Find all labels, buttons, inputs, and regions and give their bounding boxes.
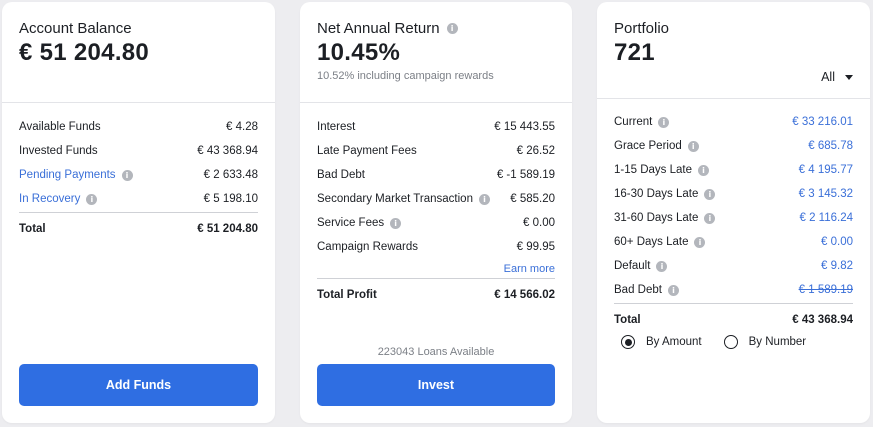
divider bbox=[317, 278, 555, 279]
info-icon[interactable]: i bbox=[694, 236, 706, 248]
divider bbox=[614, 303, 853, 304]
grace-period-row: Grace Period i € 685.78 bbox=[614, 140, 853, 152]
info-icon[interactable]: i bbox=[667, 284, 679, 296]
account-total-row: Total € 51 204.80 bbox=[19, 223, 258, 235]
by-number-radio[interactable]: By Number bbox=[723, 335, 806, 349]
loans-available-text: 223043 Loans Available bbox=[377, 346, 495, 358]
account-balance-title: Account Balance bbox=[19, 20, 132, 37]
service-fees-row: Service Fees i € 0.00 bbox=[317, 217, 555, 229]
info-icon[interactable]: i bbox=[698, 164, 709, 176]
late-16-30-row: 16-30 Days Late i € 3 145.32 bbox=[614, 188, 853, 200]
in-recovery-row: In Recovery i € 5 198.10 bbox=[19, 193, 258, 205]
pending-payments-link[interactable]: Pending Payments bbox=[19, 169, 116, 181]
info-icon[interactable]: i bbox=[446, 23, 458, 34]
info-icon[interactable]: i bbox=[478, 193, 490, 205]
current-row: Current i € 33 216.01 bbox=[614, 116, 853, 128]
info-icon[interactable]: i bbox=[86, 193, 98, 205]
info-icon[interactable]: i bbox=[704, 212, 716, 224]
divider bbox=[2, 102, 275, 103]
add-funds-button[interactable]: Add Funds bbox=[19, 364, 258, 406]
late-31-60-row: 31-60 Days Late i € 2 116.24 bbox=[614, 212, 853, 224]
secondary-market-row: Secondary Market Transaction i € 585.20 bbox=[317, 193, 555, 205]
caret-down-icon bbox=[845, 74, 853, 80]
info-icon[interactable]: i bbox=[656, 260, 668, 272]
divider bbox=[300, 102, 572, 103]
invested-funds-row: Invested Funds € 43 368.94 bbox=[19, 145, 258, 157]
portfolio-title: Portfolio bbox=[614, 20, 670, 37]
divider bbox=[19, 212, 258, 213]
portfolio-card: Portfolio 721 All Current i € 33 216.01 G… bbox=[597, 2, 870, 423]
info-icon[interactable]: i bbox=[687, 140, 699, 152]
radio-unselected-icon[interactable] bbox=[723, 335, 738, 349]
radio-selected-icon[interactable] bbox=[621, 335, 635, 349]
info-icon[interactable]: i bbox=[658, 116, 670, 128]
available-funds-row: Available Funds € 4.28 bbox=[19, 121, 258, 133]
account-balance-value: € 51 204.80 bbox=[19, 39, 150, 66]
earn-more-link[interactable]: Earn more bbox=[504, 263, 555, 275]
by-amount-radio[interactable]: By Amount bbox=[621, 335, 702, 349]
portfolio-bad-debt-row: Bad Debt i € 1 589.19 bbox=[614, 284, 853, 296]
total-profit-row: Total Profit € 14 566.02 bbox=[317, 289, 555, 301]
net-annual-return-title: Net Annual Return i bbox=[317, 20, 458, 37]
in-recovery-link[interactable]: In Recovery bbox=[19, 193, 80, 205]
portfolio-filter-dropdown[interactable]: All bbox=[821, 70, 853, 84]
net-annual-return-value: 10.45% bbox=[317, 39, 401, 66]
info-icon[interactable]: i bbox=[121, 169, 133, 181]
interest-row: Interest € 15 443.55 bbox=[317, 121, 555, 133]
net-annual-return-card: Net Annual Return i 10.45% 10.52% includi… bbox=[300, 2, 572, 423]
invest-button[interactable]: Invest bbox=[317, 364, 555, 406]
divider bbox=[597, 98, 870, 99]
late-payment-fees-row: Late Payment Fees € 26.52 bbox=[317, 145, 555, 157]
late-1-15-row: 1-15 Days Late i € 4 195.77 bbox=[614, 164, 853, 176]
portfolio-view-toggle: By Amount By Number bbox=[621, 335, 806, 349]
portfolio-total-row: Total € 43 368.94 bbox=[614, 314, 853, 326]
account-balance-card: Account Balance € 51 204.80 Available Fu… bbox=[2, 2, 275, 423]
campaign-rewards-note: 10.52% including campaign rewards bbox=[317, 70, 494, 82]
portfolio-count: 721 bbox=[614, 39, 655, 66]
pending-payments-row: Pending Payments i € 2 633.48 bbox=[19, 169, 258, 181]
default-row: Default i € 9.82 bbox=[614, 260, 853, 272]
info-icon[interactable]: i bbox=[390, 217, 402, 229]
info-icon[interactable]: i bbox=[704, 188, 716, 200]
late-60-plus-row: 60+ Days Late i € 0.00 bbox=[614, 236, 853, 248]
campaign-rewards-row: Campaign Rewards € 99.95 bbox=[317, 241, 555, 253]
bad-debt-row: Bad Debt € -1 589.19 bbox=[317, 169, 555, 181]
